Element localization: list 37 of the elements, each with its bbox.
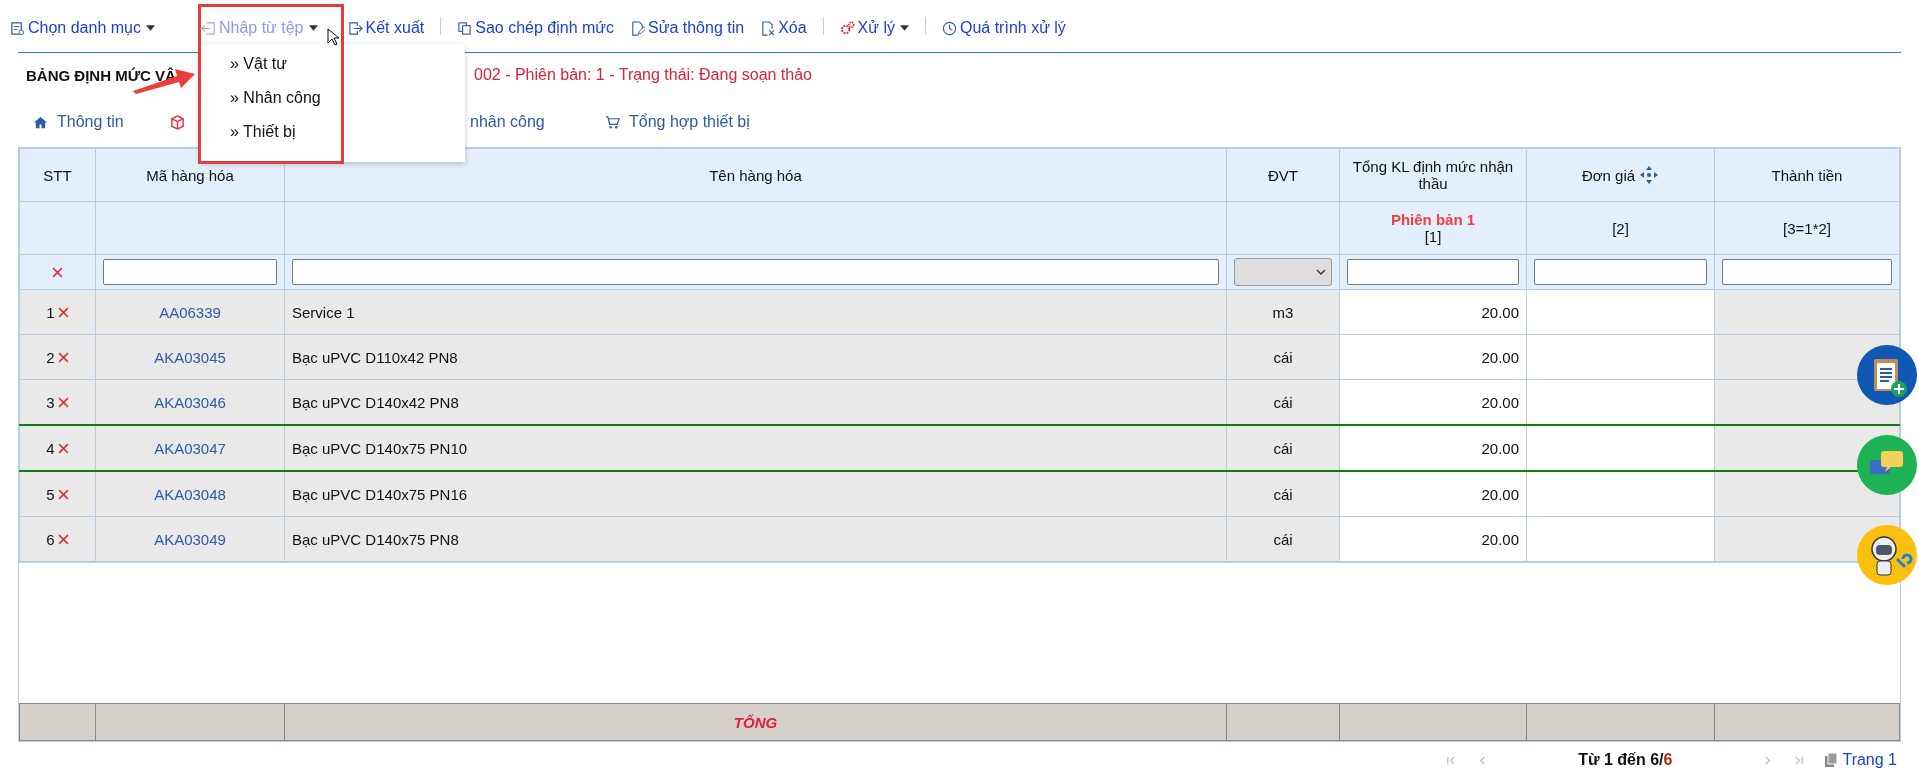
column-header: ĐVT xyxy=(1226,148,1340,202)
row-number: 1 xyxy=(46,303,55,321)
table-cell: Bạc uPVC D140x75 PN8 xyxy=(292,530,459,548)
column-subheader: Phiên bản 1 [1] xyxy=(1339,201,1527,255)
table-cell: Bạc uPVC D140x42 PN8 xyxy=(292,393,459,411)
column-header: Đơn giá xyxy=(1526,148,1715,202)
table-cell: Bạc uPVC D110x42 PN8 xyxy=(292,348,458,366)
table-cell: cái xyxy=(1273,348,1293,366)
table-cell: 20.00 xyxy=(1481,439,1519,457)
total-label: TỔNG xyxy=(733,713,778,731)
table-cell: 20.00 xyxy=(1481,303,1519,321)
table-cell: m3 xyxy=(1272,303,1294,321)
table-cell: cái xyxy=(1273,485,1293,503)
table-cell: Service 1 xyxy=(292,303,355,321)
table-cell: 20.00 xyxy=(1481,393,1519,411)
table-cell: 20.00 xyxy=(1481,530,1519,548)
row-number: 6 xyxy=(46,530,55,548)
status-text: 002 - Phiên bản: 1 - Trạng thái: Đang soạn thảo xyxy=(474,66,812,84)
page-range: Từ 1 đến 6/ xyxy=(1578,751,1664,768)
table-cell: Bạc uPVC D140x75 PN10 xyxy=(292,439,468,457)
table-cell: cái xyxy=(1273,439,1293,457)
column-header: Tên hàng hóa xyxy=(284,148,1227,202)
column-header: STT xyxy=(19,148,96,202)
column-header: Tổng KL định mức nhận thầu xyxy=(1339,148,1527,202)
table-cell: 20.00 xyxy=(1481,485,1519,503)
column-subheader: [3=1*2] xyxy=(1714,201,1900,255)
row-number: 3 xyxy=(46,393,55,411)
row-number: 5 xyxy=(46,485,55,503)
table-cell: cái xyxy=(1273,530,1293,548)
column-subheader: [2] xyxy=(1526,201,1715,255)
total-count: 6 xyxy=(1663,751,1673,768)
row-number: 2 xyxy=(46,348,55,366)
table-cell: cái xyxy=(1273,393,1293,411)
table-cell: 20.00 xyxy=(1481,348,1519,366)
table-cell: Bạc uPVC D140x75 PN16 xyxy=(292,485,468,503)
column-header: Thành tiền xyxy=(1714,148,1900,202)
row-number: 4 xyxy=(46,439,55,457)
